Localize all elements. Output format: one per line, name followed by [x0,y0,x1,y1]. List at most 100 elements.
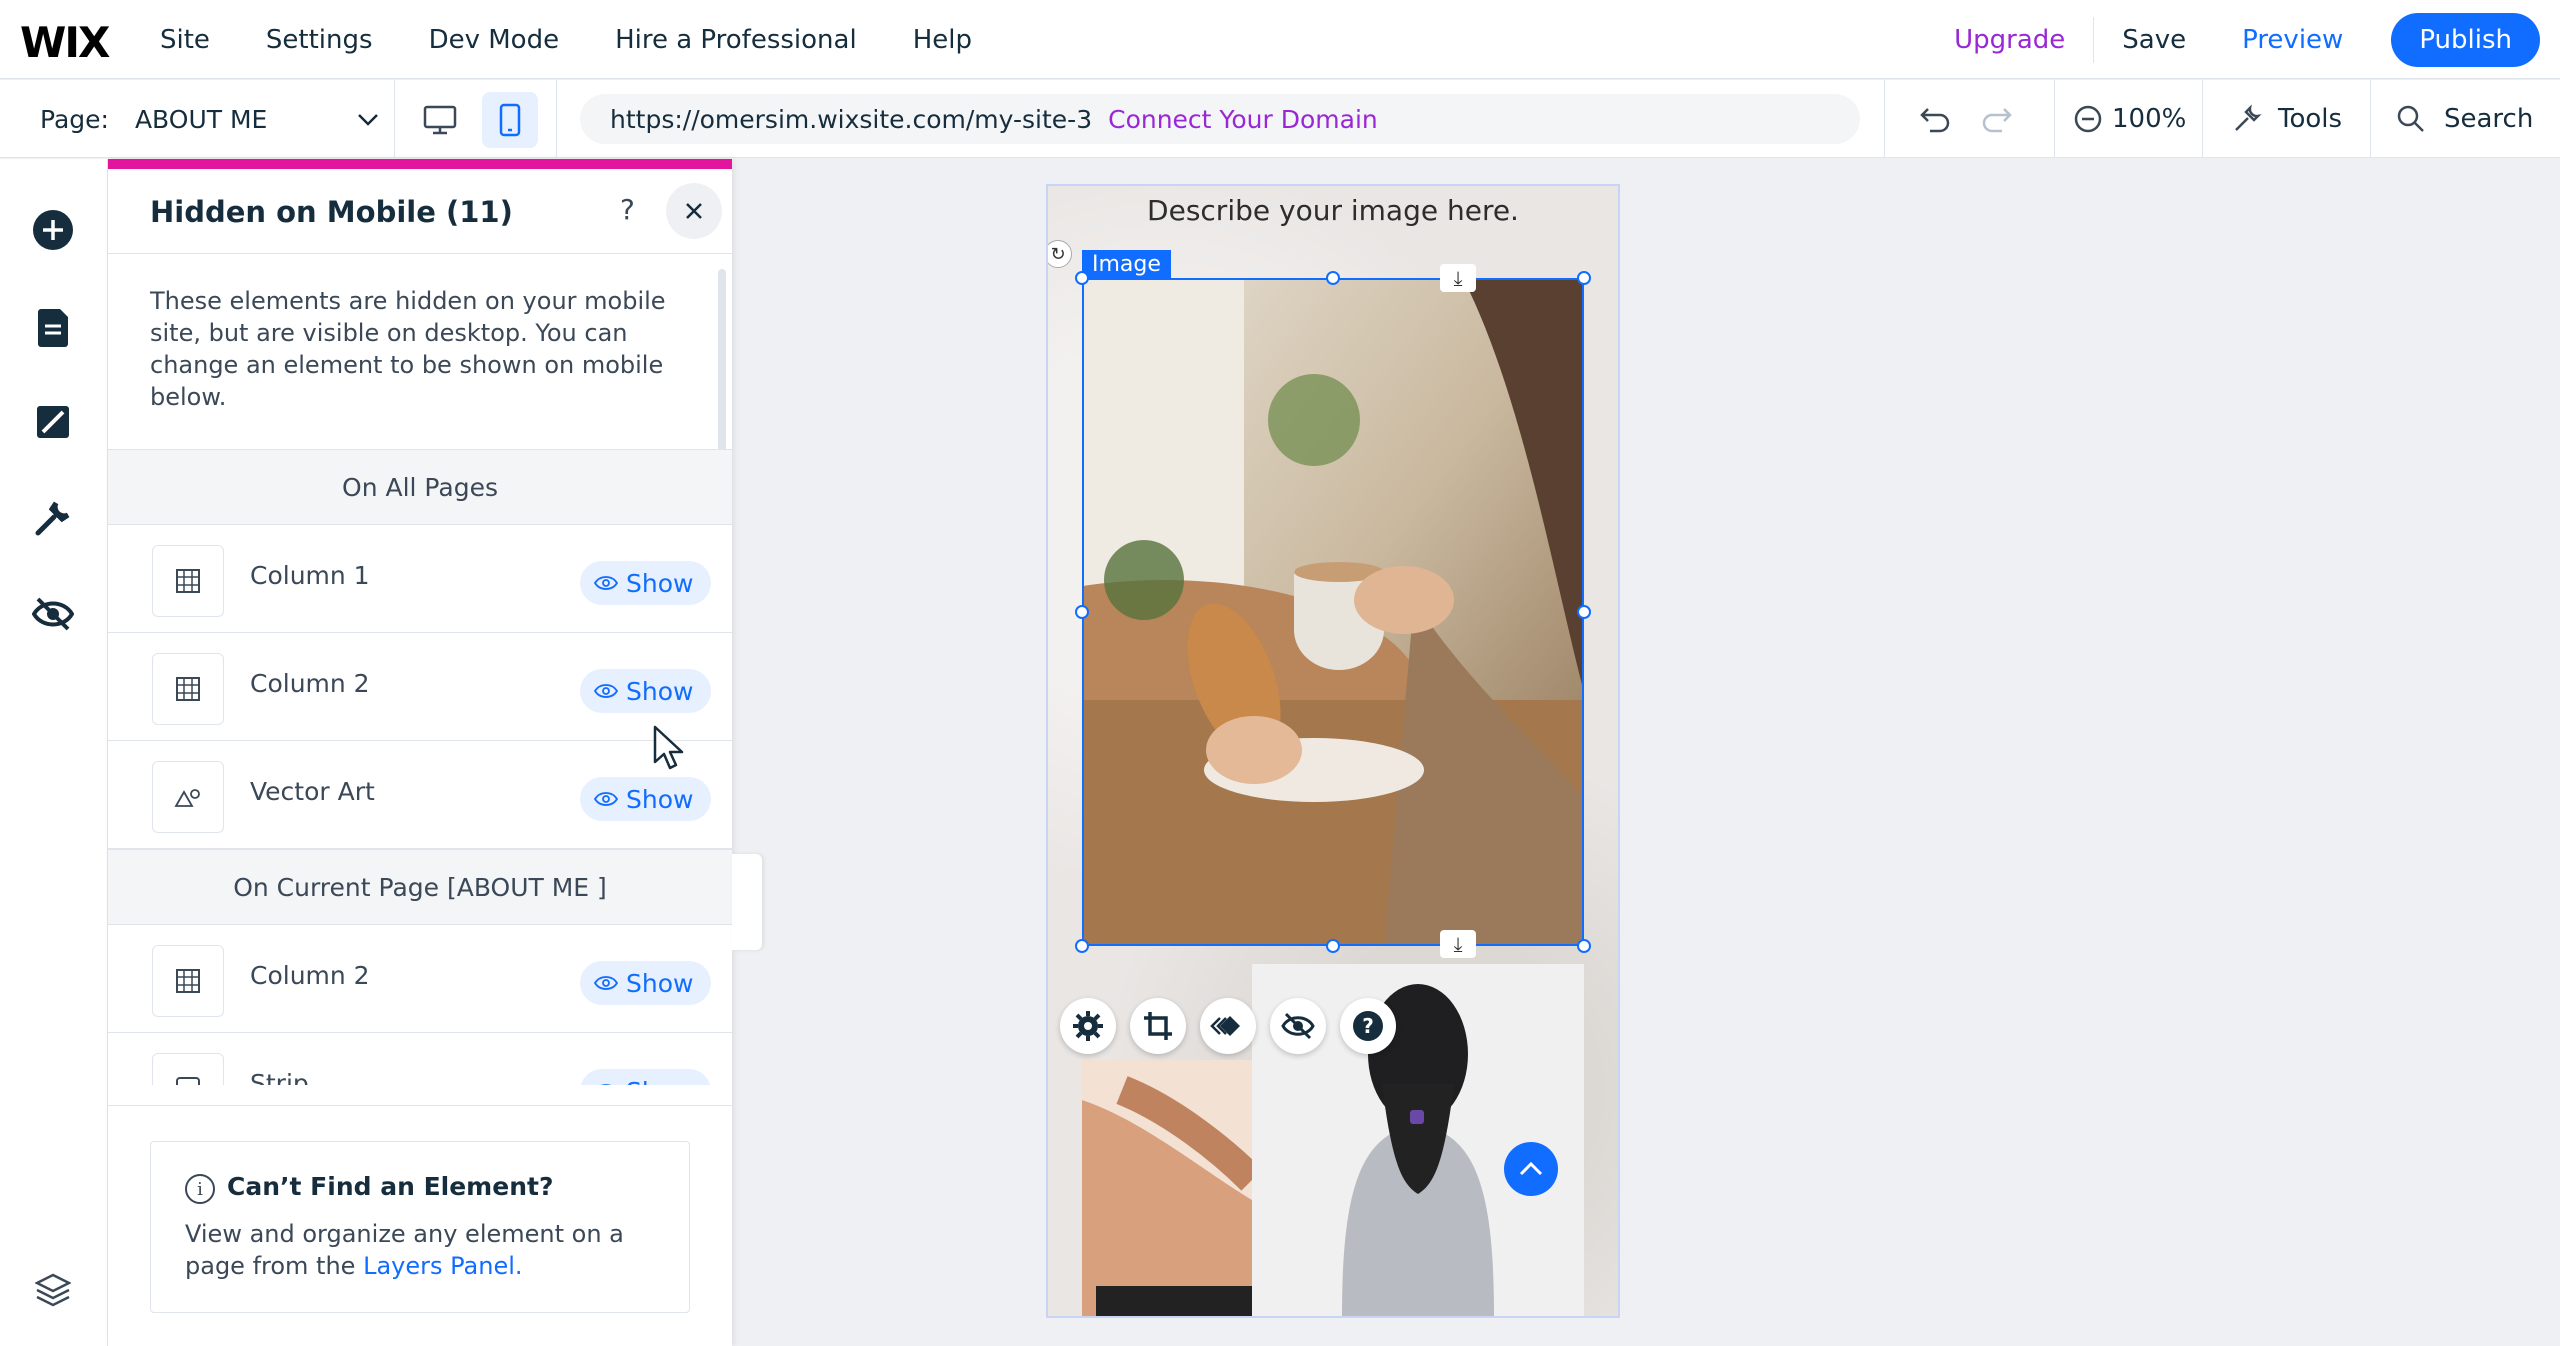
site-url-bar: https://omersim.wixsite.com/my-site-3 Co… [580,94,1860,144]
selected-image[interactable] [1082,278,1584,946]
zoom-level: 100% [2112,104,2187,134]
eye-icon [601,1084,611,1085]
divider [108,253,732,254]
panel-collapse-tab[interactable] [732,854,762,950]
wix-logo[interactable]: WIX [20,18,110,67]
business-tools-button[interactable] [30,495,76,541]
close-panel-button[interactable] [666,183,722,239]
animation-button[interactable] [1200,998,1256,1054]
mobile-icon [499,103,521,137]
hidden-item-row: Strip Show [108,1033,732,1085]
show-button[interactable]: Show [580,669,712,713]
item-name: Column 2 [250,961,370,990]
coffee-photo [1084,280,1582,944]
resize-handle[interactable] [1075,939,1089,953]
close-icon [686,203,702,219]
help-icon: ? [1353,1011,1383,1041]
settings-button[interactable] [1060,998,1116,1054]
desktop-view-button[interactable] [412,92,468,148]
hide-element-button[interactable] [1270,998,1326,1054]
rotate-icon[interactable]: ↻ [1048,240,1072,268]
page-selector[interactable]: Page: ABOUT ME [40,80,379,158]
arm-image[interactable] [1082,1060,1252,1316]
panel-title: Hidden on Mobile (11) [150,195,513,229]
resize-handle[interactable] [1577,605,1591,619]
resize-handle[interactable] [1326,271,1340,285]
undo-icon [1920,108,1950,133]
show-label: Show [626,968,694,998]
search-icon [2397,105,2424,132]
animation-icon [1210,1016,1240,1036]
show-button[interactable]: Show [580,961,712,1005]
redo-button[interactable] [1980,80,2012,158]
page-icon [38,309,68,347]
help-button[interactable]: ? [1340,998,1396,1054]
show-label: Show [626,568,694,598]
svg-text:?: ? [1362,1014,1374,1038]
stretch-down-icon[interactable]: ⤓ [1440,264,1476,292]
menu-dev-mode[interactable]: Dev Mode [429,25,560,55]
hidden-elements-button[interactable] [30,591,76,637]
design-button[interactable] [30,399,76,445]
eye-icon [594,576,618,590]
hidden-on-mobile-panel: Hidden on Mobile (11) ? These elements a… [108,159,732,1346]
item-name: Column 1 [250,561,370,590]
cant-find-text: View and organize any element on a page … [185,1218,665,1282]
resize-handle[interactable] [1075,605,1089,619]
menu-site[interactable]: Site [160,25,210,55]
show-button[interactable]: Show [580,561,712,605]
save-button[interactable]: Save [2094,25,2214,55]
skin-photo [1082,1060,1252,1316]
resize-handle[interactable] [1577,271,1591,285]
site-url[interactable]: https://omersim.wixsite.com/my-site-3 [610,105,1092,134]
layers-button[interactable] [30,1267,76,1313]
search-button[interactable]: Search [2396,80,2533,158]
preview-button[interactable]: Preview [2214,25,2371,55]
upgrade-button[interactable]: Upgrade [1926,16,2095,63]
connect-domain-link[interactable]: Connect Your Domain [1108,105,1378,134]
layers-panel-link[interactable]: Layers Panel. [363,1252,522,1280]
column-icon [152,945,224,1017]
page-value: ABOUT ME [134,104,268,134]
publish-button[interactable]: Publish [2391,12,2540,67]
scroll-to-top-button[interactable] [1504,1142,1558,1196]
show-button[interactable]: Show [580,777,712,821]
menu-settings[interactable]: Settings [266,25,373,55]
mobile-canvas[interactable]: Describe your image here. ↻ Image ⤓ ⤓ ? [1048,186,1618,1316]
show-button[interactable]: Show [580,1069,712,1085]
crop-button[interactable] [1130,998,1186,1054]
mobile-view-button[interactable] [482,92,538,148]
main-menu: Site Settings Dev Mode Hire a Profession… [160,0,1028,79]
divider [2054,80,2055,158]
desktop-icon [423,105,457,135]
resize-handle[interactable] [1326,939,1340,953]
zoom-control[interactable]: 100% [2074,80,2186,158]
mouse-cursor-icon [653,725,684,770]
vector-art-icon [152,761,224,833]
zoom-out-icon [2074,105,2102,133]
tools-icon [2235,104,2262,131]
tools-button[interactable]: Tools [2232,80,2342,158]
section-all-pages: On All Pages [108,449,732,525]
item-name: Column 2 [250,669,370,698]
add-elements-button[interactable] [30,207,76,253]
menu-hire-professional[interactable]: Hire a Professional [615,25,857,55]
layers-icon [35,1273,71,1307]
divider [1884,80,1885,158]
column-icon [152,545,224,617]
image-caption[interactable]: Describe your image here. [1048,194,1618,227]
wrench-icon [35,501,70,536]
hidden-item-row: Column 2 Show [108,925,732,1033]
resize-handle[interactable] [1577,939,1591,953]
panel-description: These elements are hidden on your mobile… [150,287,666,411]
pages-button[interactable] [30,305,76,351]
resize-handle[interactable] [1075,271,1089,285]
hidden-item-row: Column 1 Show [108,525,732,633]
menu-help[interactable]: Help [913,25,972,55]
eye-icon [594,792,618,806]
stretch-down-icon[interactable]: ⤓ [1440,930,1476,958]
eye-icon [594,684,618,698]
help-icon[interactable]: ? [620,193,635,226]
undo-button[interactable] [1920,80,1952,158]
plus-circle-icon [33,210,73,250]
